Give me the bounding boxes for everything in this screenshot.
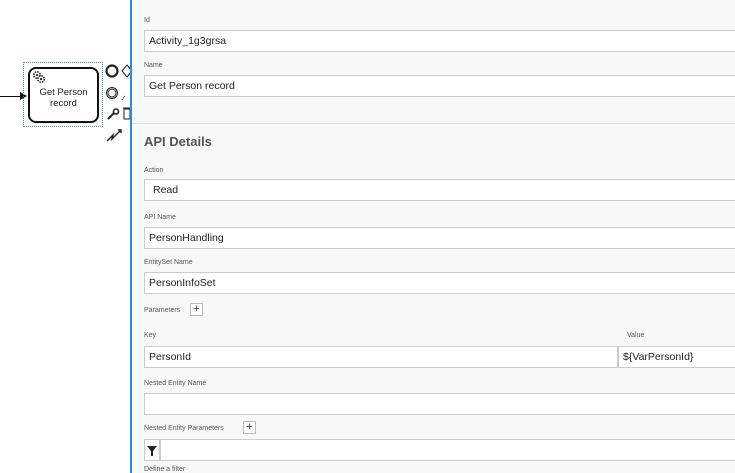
parameters-value-header: Value [627,332,645,339]
parameter-key-input[interactable]: PersonId [144,346,618,368]
name-field[interactable]: Get Person record [144,75,735,97]
nested-entity-name-field[interactable] [144,393,735,415]
connect-icon[interactable] [106,128,122,142]
entityset-field[interactable]: PersonInfoSet [144,272,735,294]
define-filter-label: Define a filter [144,466,186,473]
nested-entity-parameters-label: Nested Entity Parameters [144,425,224,432]
add-nested-parameter-button[interactable]: + [243,421,256,434]
parameter-value-input[interactable]: ${VarPersonId} [618,346,735,368]
section-divider [132,123,735,124]
service-task[interactable]: Get Person record [28,67,99,123]
api-name-label: API Name [144,214,176,221]
append-end-event-icon[interactable] [105,64,119,78]
filter-icon [147,446,157,456]
action-select[interactable]: Read [144,179,735,201]
action-label: Action [144,167,164,174]
wrench-icon[interactable] [106,108,120,120]
id-label: Id [144,17,150,24]
api-details-title[interactable]: API Details [144,134,212,149]
api-name-field[interactable]: PersonHandling [144,227,735,249]
nested-entity-name-label: Nested Entity Name [144,380,207,387]
id-field[interactable]: Activity_1g3grsa [144,30,735,52]
add-parameter-button[interactable]: + [190,303,203,316]
name-label: Name [144,62,163,69]
service-task-label: Get Person record [39,87,88,109]
service-task-gear-icon [32,70,46,84]
parameters-label: Parameters [144,307,181,314]
entityset-label: EntitySet Name [144,259,193,266]
properties-panel: Id Activity_1g3grsa Name Get Person reco… [132,0,735,473]
filter-input[interactable] [160,439,735,461]
filter-button[interactable] [144,439,160,461]
diagram-canvas[interactable]: Get Person record [0,0,132,473]
parameters-key-header: Key [144,332,157,339]
append-intermediate-event-icon[interactable] [105,86,119,100]
